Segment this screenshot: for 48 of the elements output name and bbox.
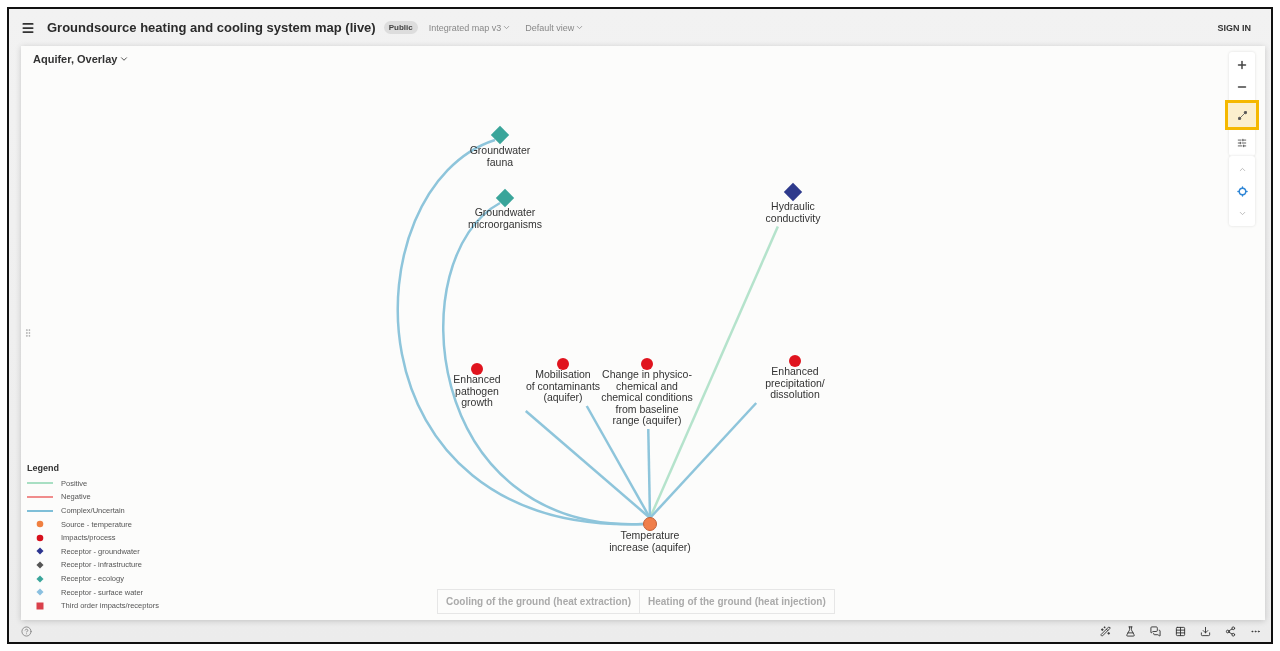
layer-dropdown[interactable]: Aquifer, Overlay <box>27 52 136 66</box>
node-label: Mobilisation of contaminants (aquifer) <box>525 368 601 403</box>
comments-button[interactable] <box>1150 625 1161 637</box>
download-icon <box>1200 625 1211 637</box>
chat-icon <box>1150 625 1161 637</box>
wand-button[interactable] <box>1100 625 1111 637</box>
table-icon <box>1175 625 1186 637</box>
node-label: Groundwater fauna <box>469 144 531 168</box>
flask-icon <box>1125 625 1136 637</box>
download-button[interactable] <box>1200 625 1211 637</box>
public-badge: Public <box>383 21 418 34</box>
view-dropdown[interactable]: Default view <box>522 22 588 33</box>
impact-node[interactable] <box>641 358 653 370</box>
legend-title: Legend <box>27 463 60 474</box>
caret-icon <box>119 54 130 64</box>
node-label: Hydraulic conductivity <box>765 200 821 224</box>
help-button[interactable] <box>21 625 32 637</box>
sign-in-button[interactable]: SIGN IN <box>1211 21 1257 34</box>
scenario-tab[interactable]: Cooling of the ground (heat extraction) <box>438 590 639 613</box>
menu-button[interactable] <box>21 20 35 35</box>
impact-node[interactable] <box>471 363 483 375</box>
locate-icon <box>1236 185 1248 197</box>
caret-icon <box>575 23 585 32</box>
map-title: Groundsource heating and cooling system map (live) <box>47 20 376 35</box>
wand-icon <box>1100 625 1111 637</box>
scenario-tab[interactable]: Heating of the ground (heat injection) <box>639 590 834 613</box>
connect-icon <box>1237 110 1247 120</box>
help-icon <box>21 625 32 637</box>
impact-node[interactable] <box>557 358 569 370</box>
caret-icon <box>502 23 512 32</box>
node-label: Change in physico- chemical and chemical conditions from baseline range (aquifer) <box>601 368 693 426</box>
menu-icon <box>21 20 35 35</box>
node-label: Enhanced precipitation/ dissolution <box>765 365 825 400</box>
flask-button[interactable] <box>1125 625 1136 637</box>
view-dropdown[interactable]: Integrated map v3 <box>425 22 515 33</box>
drag-handle-icon[interactable] <box>23 328 33 338</box>
connection-line[interactable] <box>647 428 652 519</box>
share-icon <box>1225 625 1236 637</box>
zoom-in-icon <box>1236 59 1248 71</box>
share-button[interactable] <box>1225 625 1236 637</box>
node-label: Enhanced pathogen growth <box>453 373 501 408</box>
node-label: Groundwater microorganisms <box>467 206 543 230</box>
map-tool-button[interactable] <box>1225 100 1259 130</box>
source-node[interactable] <box>643 517 657 531</box>
impact-node[interactable] <box>789 355 801 367</box>
node-label: Temperature increase (aquifer) <box>609 529 691 553</box>
sliders-icon <box>1237 138 1247 148</box>
table-button[interactable] <box>1175 625 1186 637</box>
